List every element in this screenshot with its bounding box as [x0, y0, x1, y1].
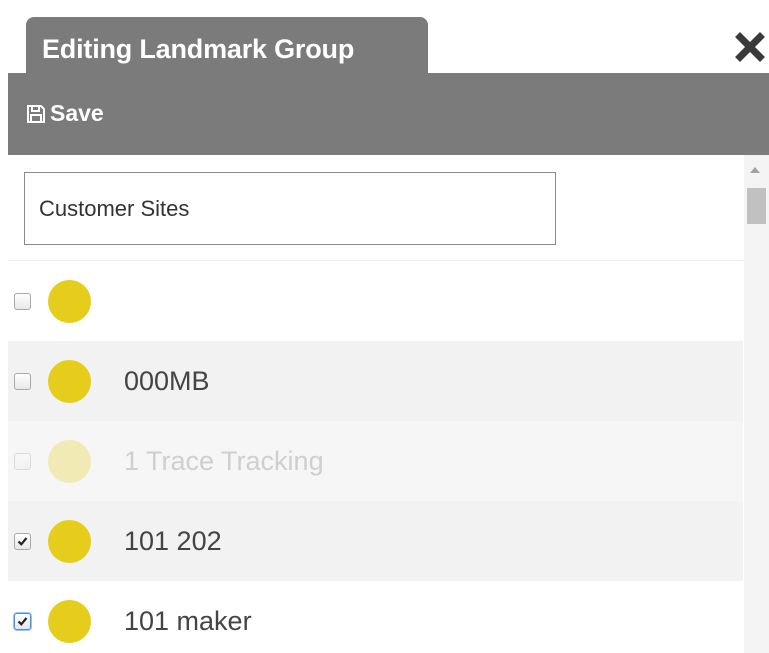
- landmark-color-dot: [48, 439, 91, 483]
- check-icon: [17, 616, 28, 626]
- tab-editing-landmark-group[interactable]: Editing Landmark Group: [26, 17, 428, 73]
- landmark-checkbox[interactable]: [14, 532, 31, 550]
- landmark-color-dot: [48, 279, 91, 323]
- toolbar: Save: [8, 73, 769, 155]
- scroll-up-arrow-icon[interactable]: [750, 167, 760, 173]
- tab-bar: Editing Landmark Group: [0, 0, 769, 73]
- group-name-row: [8, 155, 743, 261]
- tab-title: Editing Landmark Group: [42, 33, 355, 64]
- landmark-checkbox: [14, 452, 31, 470]
- list-item[interactable]: 101 maker: [8, 581, 743, 653]
- close-icon[interactable]: [733, 30, 767, 64]
- list-item[interactable]: [8, 261, 743, 341]
- landmark-color-dot: [48, 599, 91, 643]
- landmark-group-editor: Editing Landmark Group Save Customer Sit…: [0, 0, 769, 653]
- landmark-checkbox[interactable]: [14, 612, 31, 630]
- list-item: 1 Trace Tracking: [8, 421, 743, 501]
- save-button[interactable]: Save: [26, 102, 104, 125]
- save-label: Save: [50, 100, 104, 126]
- landmark-list: 000MB 1 Trace Tracking 101 202 101 maker: [8, 261, 743, 653]
- landmark-label: 101 maker: [124, 605, 252, 636]
- floppy-disk-icon: [26, 104, 46, 124]
- list-item[interactable]: 101 202: [8, 501, 743, 581]
- vertical-scrollbar[interactable]: [744, 155, 769, 653]
- landmark-color-dot: [48, 519, 91, 563]
- check-icon: [17, 536, 28, 546]
- landmark-checkbox[interactable]: [14, 372, 31, 390]
- landmark-color-dot: [48, 359, 91, 403]
- landmark-label: 1 Trace Tracking: [124, 445, 324, 476]
- list-item[interactable]: 000MB: [8, 341, 743, 421]
- landmark-label: 000MB: [124, 365, 210, 396]
- scroll-thumb[interactable]: [747, 188, 766, 224]
- group-name-input[interactable]: [24, 172, 556, 245]
- landmark-checkbox[interactable]: [14, 292, 31, 310]
- landmark-label: 101 202: [124, 525, 222, 556]
- editor-content: 000MB 1 Trace Tracking 101 202: [8, 155, 769, 653]
